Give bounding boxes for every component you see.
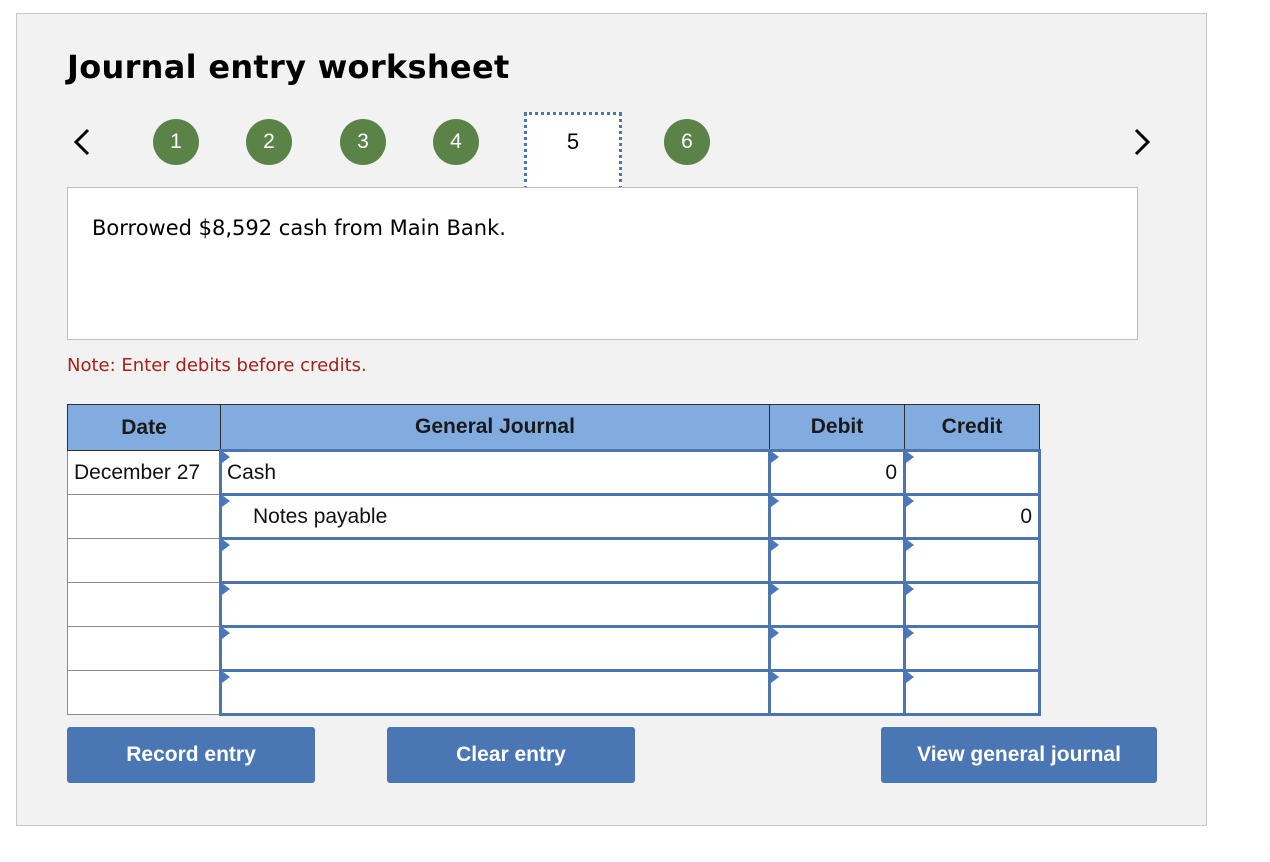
step-6-button[interactable]: 6 bbox=[664, 119, 710, 165]
record-entry-button[interactable]: Record entry bbox=[67, 727, 315, 783]
dropdown-marker-icon bbox=[222, 495, 230, 507]
step-label: 4 bbox=[450, 130, 462, 153]
dropdown-marker-icon bbox=[771, 627, 779, 639]
journal-table: Date General Journal Debit Credit Decemb… bbox=[67, 404, 1041, 716]
transaction-description: Borrowed $8,592 cash from Main Bank. bbox=[92, 216, 506, 240]
dropdown-marker-icon bbox=[906, 495, 914, 507]
debit-cell-value: 0 bbox=[885, 460, 897, 484]
dropdown-marker-icon bbox=[771, 451, 779, 463]
view-general-journal-button[interactable]: View general journal bbox=[881, 727, 1157, 783]
credit-cell[interactable] bbox=[903, 449, 1041, 496]
journal-row bbox=[67, 669, 1041, 716]
dropdown-marker-icon bbox=[906, 583, 914, 595]
credit-cell[interactable] bbox=[903, 537, 1041, 584]
step-label: 6 bbox=[681, 130, 693, 153]
entry-note: Note: Enter debits before credits. bbox=[67, 355, 367, 376]
page-title: Journal entry worksheet bbox=[67, 48, 510, 86]
date-cell[interactable]: December 27 bbox=[67, 450, 221, 495]
debit-cell[interactable] bbox=[768, 581, 906, 628]
journal-row bbox=[67, 537, 1041, 584]
date-cell[interactable] bbox=[67, 494, 221, 539]
credit-cell-value: 0 bbox=[1020, 504, 1032, 528]
credit-cell[interactable]: 0 bbox=[903, 493, 1041, 540]
debit-cell[interactable] bbox=[768, 625, 906, 672]
account-cell[interactable] bbox=[219, 625, 771, 672]
credit-cell[interactable] bbox=[903, 581, 1041, 628]
account-cell-value: Cash bbox=[227, 460, 277, 484]
dropdown-marker-icon bbox=[771, 583, 779, 595]
dropdown-marker-icon bbox=[906, 451, 914, 463]
dropdown-marker-icon bbox=[906, 671, 914, 683]
step-2-button[interactable]: 2 bbox=[246, 119, 292, 165]
debit-cell[interactable]: 0 bbox=[768, 449, 906, 496]
step-label: 2 bbox=[263, 130, 275, 153]
clear-entry-button[interactable]: Clear entry bbox=[387, 727, 635, 783]
account-cell[interactable] bbox=[219, 537, 771, 584]
table-header-row: Date General Journal Debit Credit bbox=[67, 404, 1040, 451]
dropdown-marker-icon bbox=[906, 627, 914, 639]
journal-row: Notes payable 0 bbox=[67, 493, 1041, 540]
dropdown-marker-icon bbox=[222, 627, 230, 639]
account-cell-value: Notes payable bbox=[253, 504, 388, 528]
dropdown-marker-icon bbox=[771, 539, 779, 551]
dropdown-marker-icon bbox=[771, 495, 779, 507]
transaction-prompt-box: Borrowed $8,592 cash from Main Bank. bbox=[67, 187, 1138, 340]
date-cell[interactable] bbox=[67, 538, 221, 583]
debit-cell[interactable] bbox=[768, 493, 906, 540]
dropdown-marker-icon bbox=[771, 671, 779, 683]
chevron-left-icon bbox=[73, 128, 90, 156]
debit-cell[interactable] bbox=[768, 669, 906, 716]
header-date: Date bbox=[67, 404, 221, 451]
account-cell[interactable] bbox=[219, 669, 771, 716]
date-cell[interactable] bbox=[67, 670, 221, 715]
dropdown-marker-icon bbox=[906, 539, 914, 551]
credit-cell[interactable] bbox=[903, 669, 1041, 716]
step-3-button[interactable]: 3 bbox=[340, 119, 386, 165]
step-5-current[interactable]: 5 bbox=[524, 112, 622, 190]
account-cell[interactable] bbox=[219, 581, 771, 628]
journal-row bbox=[67, 581, 1041, 628]
journal-row: December 27 Cash 0 bbox=[67, 449, 1041, 496]
header-credit: Credit bbox=[904, 404, 1040, 451]
next-step-button[interactable] bbox=[1129, 124, 1155, 160]
step-4-button[interactable]: 4 bbox=[433, 119, 479, 165]
journal-row bbox=[67, 625, 1041, 672]
step-label: 3 bbox=[357, 130, 369, 153]
step-label: 1 bbox=[170, 130, 182, 153]
header-general-journal: General Journal bbox=[220, 404, 770, 451]
dropdown-marker-icon bbox=[222, 671, 230, 683]
dropdown-marker-icon bbox=[222, 539, 230, 551]
account-cell[interactable]: Notes payable bbox=[219, 493, 771, 540]
date-cell[interactable] bbox=[67, 582, 221, 627]
dropdown-marker-icon bbox=[222, 583, 230, 595]
account-cell[interactable]: Cash bbox=[219, 449, 771, 496]
debit-cell[interactable] bbox=[768, 537, 906, 584]
step-1-button[interactable]: 1 bbox=[153, 119, 199, 165]
credit-cell[interactable] bbox=[903, 625, 1041, 672]
step-label: 5 bbox=[566, 129, 580, 154]
chevron-right-icon bbox=[1134, 128, 1151, 156]
header-debit: Debit bbox=[769, 404, 905, 451]
date-cell[interactable] bbox=[67, 626, 221, 671]
prev-step-button[interactable] bbox=[69, 124, 95, 160]
